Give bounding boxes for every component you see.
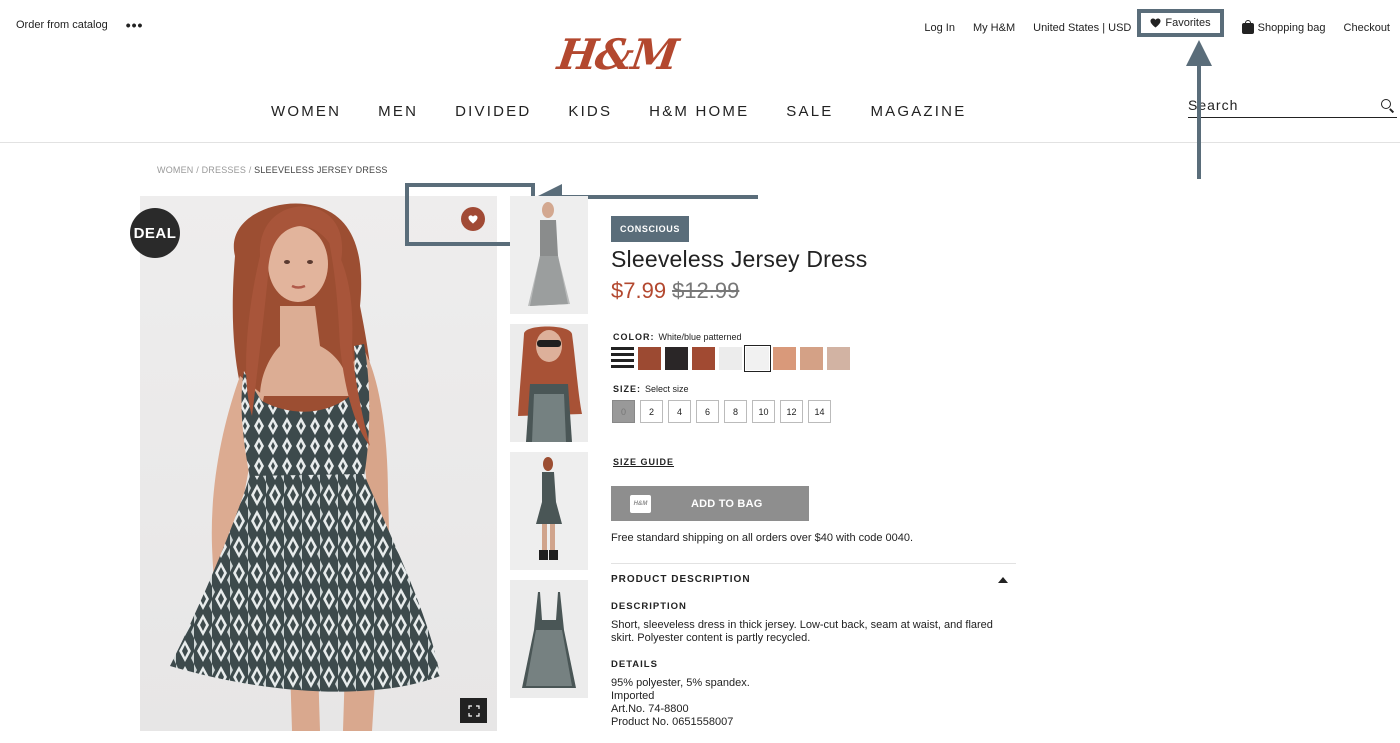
product-description-toggle[interactable]: PRODUCT DESCRIPTION [611,574,1008,585]
shopping-bag-link[interactable]: Shopping bag [1241,19,1326,34]
size-option[interactable]: 14 [808,400,831,423]
thumbnail-image [510,196,588,314]
annotation-arrow-left-shaft [560,195,758,199]
nav-sale[interactable]: SALE [786,103,833,120]
search-input[interactable] [1188,97,1368,113]
breadcrumb-dresses[interactable]: DRESSES [202,165,246,175]
color-value: White/blue patterned [658,332,742,342]
nav-women[interactable]: WOMEN [271,103,341,120]
size-option[interactable]: 2 [640,400,663,423]
breadcrumb: WOMEN / DRESSES / SLEEVELESS JERSEY DRES… [157,165,388,175]
details-line: Imported [611,690,655,702]
shopping-bag-label: Shopping bag [1257,22,1326,34]
header-divider [0,142,1400,143]
region-link[interactable]: United States | USD [1033,22,1131,34]
top-left-links: Order from catalog ••• [16,18,144,32]
thumbnail-4[interactable] [510,580,588,698]
login-link[interactable]: Log In [924,22,955,34]
color-swatch[interactable] [773,347,796,370]
color-swatch[interactable] [692,347,715,370]
heart-icon [468,214,478,224]
thumbnail-image [510,580,588,698]
nav-magazine[interactable]: MAGAZINE [870,103,966,120]
conscious-badge: CONSCIOUS [611,216,689,242]
size-guide-link[interactable]: SIZE GUIDE [613,457,674,467]
color-swatches [611,345,850,372]
shopping-bag-icon [1241,19,1254,34]
color-label: COLOR: [613,332,655,342]
details-line: 95% polyester, 5% spandex. [611,677,750,689]
caret-up-icon [998,577,1008,583]
color-swatch-selected[interactable] [744,345,771,372]
breadcrumb-women[interactable]: WOMEN [157,165,194,175]
product-title: Sleeveless Jersey Dress [611,246,868,272]
add-to-bag-button[interactable]: H&M ADD TO BAG [611,486,809,521]
search-icon[interactable] [1381,99,1391,109]
size-options: 0 2 4 6 8 10 12 14 [612,400,831,423]
size-label-row: SIZE: Select size [613,384,689,394]
size-option[interactable]: 4 [668,400,691,423]
my-hm-link[interactable]: My H&M [973,22,1015,34]
search-box [1188,97,1397,118]
details-line: Product No. 0651558007 [611,716,734,728]
thumbnail-1[interactable] [510,196,588,314]
deal-badge: DEAL [130,208,180,258]
add-to-bag-label: ADD TO BAG [691,497,763,510]
favorites-label: Favorites [1165,17,1211,29]
nav-men[interactable]: MEN [378,103,418,120]
color-swatch[interactable] [719,347,742,370]
model-photo [170,203,440,731]
nav-kids[interactable]: KIDS [568,103,612,120]
size-value: Select size [645,384,689,394]
color-swatch[interactable] [800,347,823,370]
description-title: DESCRIPTION [611,601,687,612]
product-description-header: PRODUCT DESCRIPTION [611,574,751,585]
size-option: 0 [612,400,635,423]
annotation-arrow-up-shaft [1197,62,1201,179]
order-from-catalog-link[interactable]: Order from catalog [16,19,108,31]
thumbnail-3[interactable] [510,452,588,570]
favorites-link[interactable]: Favorites [1137,9,1224,37]
main-nav: WOMEN MEN DIVIDED KIDS H&M HOME SALE MAG… [271,103,1003,120]
expand-image-button[interactable] [460,698,487,723]
hm-logo[interactable]: H&M [555,30,680,79]
breadcrumb-current: SLEEVELESS JERSEY DRESS [254,165,388,175]
main-product-image[interactable] [140,196,497,731]
color-label-row: COLOR: White/blue patterned [613,332,742,342]
size-option[interactable]: 10 [752,400,775,423]
description-line: skirt. Polyester content is partly recyc… [611,632,811,644]
checkout-link[interactable]: Checkout [1344,22,1390,34]
bag-icon: H&M [630,494,651,513]
section-divider [611,563,1016,564]
breadcrumb-separator: / [193,165,202,175]
color-swatch-striped[interactable] [611,347,634,370]
description-line: Short, sleeveless dress in thick jersey.… [611,619,993,631]
breadcrumb-separator: / [246,165,255,175]
top-right-links: Log In My H&M United States | USD Favori… [906,9,1390,37]
size-option[interactable]: 12 [780,400,803,423]
color-swatch[interactable] [827,347,850,370]
thumbnail-image [510,324,588,442]
original-price: $12.99 [672,278,740,303]
thumbnail-2[interactable] [510,324,588,442]
add-to-favorites-button[interactable] [461,207,485,231]
product-price: $7.99 $12.99 [611,278,739,304]
shipping-notice: Free standard shipping on all orders ove… [611,532,914,544]
size-option[interactable]: 8 [724,400,747,423]
sale-price: $7.99 [611,278,667,303]
size-label: SIZE: [613,384,642,394]
color-swatch[interactable] [638,347,661,370]
size-option[interactable]: 6 [696,400,719,423]
details-line: Art.No. 74-8800 [611,703,689,715]
nav-hm-home[interactable]: H&M HOME [649,103,749,120]
heart-icon [1150,18,1161,28]
color-swatch[interactable] [665,347,688,370]
fullscreen-icon [467,704,480,717]
nav-divided[interactable]: DIVIDED [455,103,531,120]
details-title: DETAILS [611,659,658,670]
more-icon[interactable]: ••• [126,18,144,32]
thumbnail-image [510,452,588,570]
